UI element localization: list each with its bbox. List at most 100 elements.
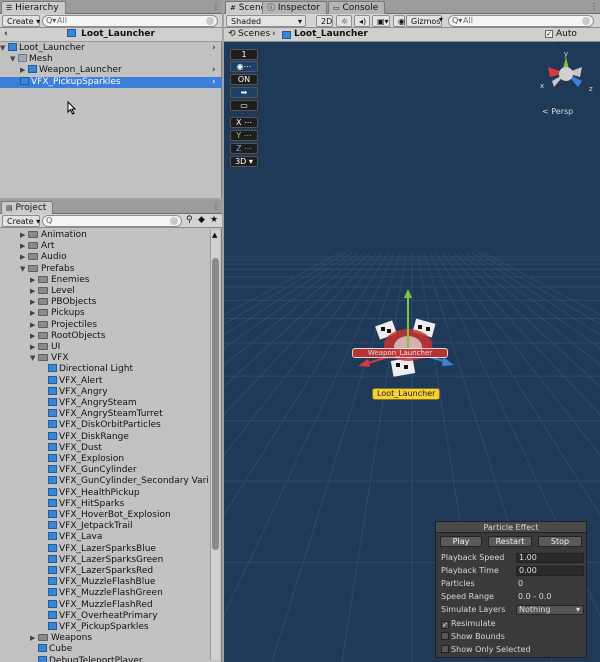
project-asset-item[interactable]: DebugTeleportPlayer [30, 655, 143, 662]
filter-by-label-icon[interactable]: ◆ [198, 215, 205, 225]
project-asset-item[interactable]: VFX_AngrySteam [40, 398, 137, 409]
project-folder-item[interactable]: ▶ Level [30, 286, 75, 297]
autosave-checkbox[interactable]: ✓ [545, 30, 553, 38]
hierarchy-item-vfx-pickupsparkles[interactable]: VFX_PickupSparkles › [0, 77, 222, 88]
restart-button[interactable]: Restart [488, 536, 532, 547]
collapse-arrow-icon[interactable]: ▶ [30, 297, 38, 308]
lighting-toggle-icon[interactable]: ☼ [336, 15, 352, 27]
project-asset-item[interactable]: VFX_Angry [40, 386, 108, 398]
hierarchy-item-mesh[interactable]: ▼ Mesh [10, 54, 222, 65]
scrollbar-thumb[interactable] [212, 258, 219, 550]
show-only-selected-checkbox[interactable] [441, 645, 449, 653]
project-asset-item[interactable]: VFX_DiskOrbitParticles [40, 420, 161, 431]
collapse-arrow-icon[interactable]: ▶ [20, 252, 28, 263]
hierarchy-item-weapon-launcher[interactable]: ▶ Weapon_Launcher › [20, 65, 222, 76]
clear-search-icon[interactable] [582, 17, 590, 25]
clear-search-icon[interactable] [206, 17, 214, 25]
project-asset-item[interactable]: VFX_AngrySteamTurret [40, 409, 163, 420]
resimulate-checkbox[interactable]: ✓ [441, 621, 449, 629]
tab-hierarchy[interactable]: ☰ Hierarchy [1, 1, 66, 14]
project-folder-item[interactable]: ▶ RootObjects [30, 331, 105, 342]
clear-search-icon[interactable] [170, 217, 178, 225]
hidden-objects-icon[interactable]: ◉ [393, 15, 405, 27]
collapse-arrow-icon[interactable]: ▶ [30, 320, 38, 331]
stop-button[interactable]: Stop [538, 536, 582, 547]
project-asset-item[interactable]: VFX_Explosion [40, 454, 124, 465]
scene-search-input[interactable]: Q▾ All [448, 15, 594, 27]
play-button[interactable]: Play [440, 536, 482, 547]
collapse-arrow-icon[interactable]: ▶ [30, 342, 38, 353]
collapse-arrow-icon[interactable]: ▶ [20, 65, 28, 76]
axis-y-button[interactable]: Y ⋯ [230, 130, 258, 141]
collapse-arrow-icon[interactable]: ▶ [20, 241, 28, 252]
shading-mode-dropdown[interactable]: Shaded ▾ [226, 15, 306, 27]
project-folder-item[interactable]: ▶ Weapons [30, 633, 92, 644]
tab-project[interactable]: ▤ Project [1, 201, 54, 214]
project-asset-item[interactable]: VFX_JetpackTrail [40, 521, 133, 532]
filter-by-type-icon[interactable]: ⚲ [186, 215, 193, 225]
project-asset-item[interactable]: VFX_GunCylinder [40, 465, 137, 476]
tool-on[interactable]: ON [230, 74, 258, 85]
project-asset-item[interactable]: VFX_PickupSparkles [40, 622, 149, 633]
audio-toggle-icon[interactable]: ◂) [354, 15, 370, 27]
project-asset-item[interactable]: VFX_MuzzleFlashRed [40, 599, 153, 611]
chevron-right-icon[interactable]: › [212, 43, 216, 54]
project-asset-item[interactable]: VFX_HitSparks [40, 498, 124, 510]
tab-inspector[interactable]: ⓘ Inspector [262, 1, 327, 14]
collapse-arrow-icon[interactable]: ▶ [20, 230, 28, 241]
project-asset-item[interactable]: VFX_Dust [40, 442, 102, 454]
move-tool-icon[interactable]: ➡ [230, 87, 258, 98]
panel-menu-icon[interactable]: ⋮ [212, 202, 220, 211]
project-create-button[interactable]: Create ▾ [2, 215, 40, 227]
panel-menu-icon[interactable]: ⋮ [212, 2, 220, 11]
project-asset-item[interactable]: VFX_HoverBot_Explosion [40, 510, 171, 521]
tool-number[interactable]: 1 [230, 49, 258, 60]
project-asset-item[interactable]: VFX_DiskRange [40, 431, 129, 443]
collapse-arrow-icon[interactable]: ▶ [30, 308, 38, 319]
collapse-arrow-icon[interactable]: ▶ [30, 633, 38, 644]
expand-arrow-icon[interactable]: ▼ [10, 54, 18, 65]
project-scrollbar[interactable]: ▲ [210, 230, 220, 660]
hierarchy-search-input[interactable]: Q▾ All [42, 15, 218, 27]
gizmos-dropdown-arrow-icon[interactable]: ▾ [439, 15, 443, 24]
project-asset-item[interactable]: VFX_HealthPickup [40, 487, 140, 499]
project-folder-item[interactable]: ▶ Audio [20, 252, 67, 263]
hierarchy-item-loot-launcher[interactable]: ▼ Loot_Launcher › [0, 43, 222, 54]
view-tool-icon[interactable]: ◉⋯ [230, 61, 258, 72]
playback-time-field[interactable]: 0.00 [516, 566, 584, 576]
project-folder-item[interactable]: ▶ PBObjects [30, 297, 96, 308]
playback-speed-field[interactable]: 1.00 [516, 553, 584, 563]
simulate-layers-dropdown[interactable]: Nothing ▾ [516, 605, 584, 615]
panel-menu-icon[interactable]: ⋮ [590, 2, 598, 11]
scroll-up-arrow-icon[interactable]: ▲ [212, 231, 217, 239]
project-asset-item[interactable]: VFX_GunCylinder_Secondary Variant [40, 476, 209, 487]
loot-launcher-tag[interactable]: Loot_Launcher [372, 388, 441, 400]
axis-x-button[interactable]: X ⋯ [230, 117, 258, 128]
persp-toggle[interactable]: < Persp [542, 107, 573, 116]
show-bounds-row[interactable]: Show Bounds [441, 631, 505, 642]
tab-console[interactable]: ▭ Console [328, 1, 386, 14]
collapse-arrow-icon[interactable]: ▶ [30, 275, 38, 286]
expand-arrow-icon[interactable]: ▼ [0, 43, 8, 54]
project-asset-item[interactable]: VFX_MuzzleFlashGreen [40, 588, 163, 599]
project-asset-item[interactable]: VFX_LazerSparksBlue [40, 543, 156, 555]
project-folder-item[interactable]: ▼ VFX [30, 353, 69, 364]
2d-toggle-button[interactable]: 2D [316, 15, 333, 27]
project-asset-item[interactable]: VFX_LazerSparksGreen [40, 554, 163, 566]
project-folder-item[interactable]: ▶ Projectiles [30, 320, 97, 331]
project-asset-item[interactable]: Cube [30, 644, 72, 655]
project-asset-item[interactable]: VFX_Alert [40, 375, 102, 387]
project-folder-item[interactable]: ▶ Animation [20, 230, 87, 241]
project-folder-item[interactable]: ▶ Pickups [30, 308, 85, 319]
favorite-star-icon[interactable]: ★ [210, 215, 218, 225]
show-bounds-checkbox[interactable] [441, 632, 449, 640]
project-folder-item[interactable]: ▶ Enemies [30, 275, 89, 286]
project-folder-item[interactable]: ▼ Prefabs [20, 264, 74, 275]
chevron-right-icon[interactable]: › [212, 65, 216, 76]
project-asset-item[interactable]: VFX_OverheatPrimary [40, 610, 158, 622]
project-asset-item[interactable]: Directional Light [40, 364, 133, 375]
scene-viewport[interactable]: 1 ◉⋯ ON ➡ ▭ X ⋯ Y ⋯ Z ⋯ 3D ▾ y x z < Per… [224, 43, 600, 662]
expand-arrow-icon[interactable]: ▼ [20, 264, 28, 275]
project-folder-item[interactable]: ▶ UI [30, 342, 60, 353]
crumb-current[interactable]: Loot_Launcher [294, 28, 368, 41]
